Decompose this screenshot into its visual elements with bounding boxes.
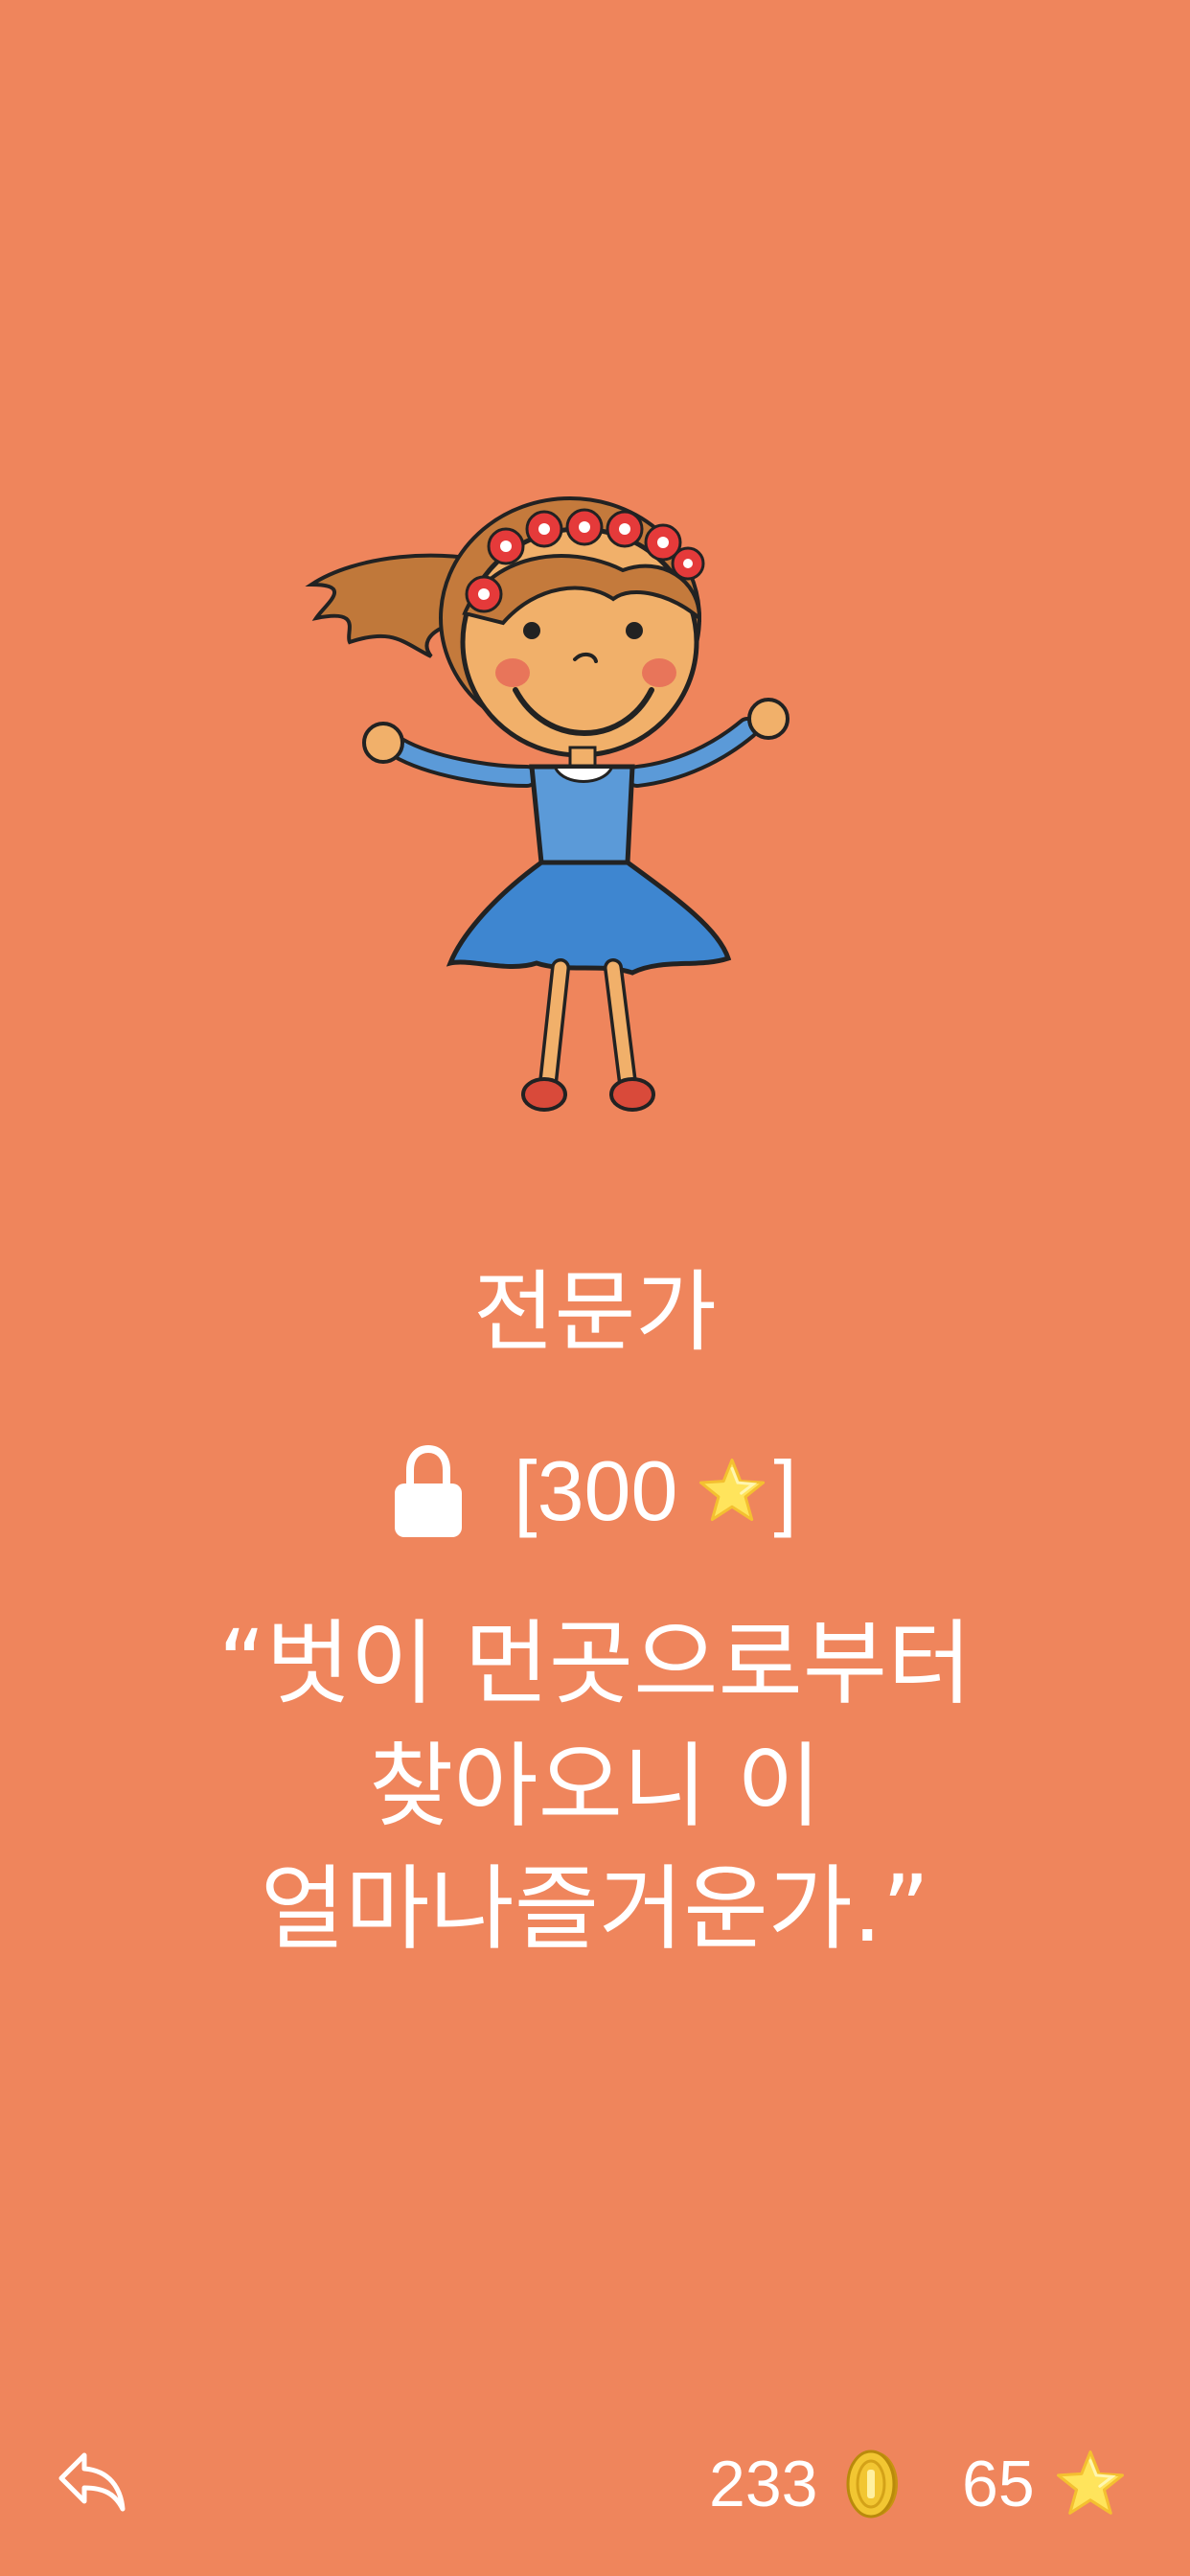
coins-counter: 233 (709, 2440, 900, 2528)
coin-icon (846, 2449, 900, 2519)
back-button[interactable] (56, 2446, 128, 2518)
coins-count: 233 (709, 2448, 818, 2520)
stars-counter: 65 (962, 2440, 1127, 2528)
lock-icon (393, 1443, 464, 1539)
level-price-close: ] (773, 1443, 797, 1538)
reply-arrow-icon (58, 2452, 126, 2512)
character-illustration (297, 489, 872, 1121)
stars-count: 65 (962, 2448, 1035, 2520)
level-price-row: [300 ] (0, 1434, 1190, 1549)
star-icon (697, 1456, 767, 1527)
level-title: 전문가 (473, 1261, 717, 1364)
footer-bar: 233 65 (0, 2434, 1190, 2540)
star-icon (1054, 2448, 1127, 2520)
level-price-value: [300 (514, 1443, 678, 1538)
quote-text: “벗이 먼곳으로부터 찾아오니 이 얼마나즐거운가.” (217, 1610, 973, 1963)
